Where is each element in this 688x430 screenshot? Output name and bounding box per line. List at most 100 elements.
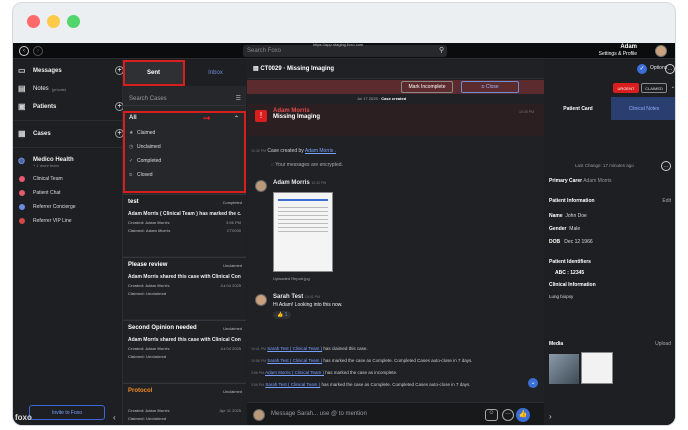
message-time: 10:32 PM (311, 181, 327, 185)
sender-name[interactable]: Adam Morris (273, 180, 310, 186)
case-id: CT0030 (226, 228, 241, 233)
messages-icon: ▭ (18, 66, 26, 75)
urgent-badge: URGENT (613, 83, 639, 93)
media-thumbnail[interactable] (581, 352, 613, 384)
message-text: Hi Adam! Looking into this now. (273, 302, 343, 308)
sidebar-item-notes[interactable]: ▤ Notes (private) (13, 80, 122, 98)
team-icon (19, 176, 25, 182)
event-user-link[interactable]: Sarah Test ( Clinical Team ) (267, 358, 322, 363)
sender-name[interactable]: Sarah Test (273, 294, 303, 300)
sidebar-label: Cases (33, 131, 51, 137)
top-bar: ‹ › Search Foxo https://app-staging.foxo… (13, 42, 675, 59)
window-titlebar (13, 3, 675, 41)
chat-title: CT0029 · Missing Imaging (260, 66, 335, 72)
forward-icon[interactable]: › (33, 46, 43, 56)
case-status: Completed (222, 200, 242, 205)
event-row: 3:56 PM Sarah Test ( Clinical Team ) has… (251, 382, 471, 387)
case-card[interactable]: Please review Unclaimed Adam Morris shar… (123, 257, 246, 319)
cases-icon: ▦ (18, 129, 26, 138)
back-icon[interactable]: ‹ (19, 46, 29, 56)
date-label: Jul 17 2025 (357, 96, 378, 101)
upload-button[interactable]: Upload (655, 341, 671, 347)
team-item[interactable]: Clinical Team (13, 172, 122, 186)
case-preview: Adam Morris ( Clinical Team ) has marked… (128, 211, 241, 217)
team-item[interactable]: Referrer Concierge (13, 200, 122, 214)
invite-button[interactable]: Invite to Foxo (29, 405, 105, 420)
case-card[interactable]: Second Opinion needed Unclaimed Adam Mor… (123, 320, 246, 382)
chat-panel: ▤ CT0029 · Missing Imaging Mark Incomple… (247, 60, 544, 425)
tab-patient-card[interactable]: Patient Card (545, 97, 611, 120)
message-text: Missing Imaging (273, 114, 321, 120)
encryption-notice: ◌ Your messages are encrypted. (271, 162, 343, 168)
media-thumbnail[interactable] (549, 354, 579, 384)
close-window-button[interactable] (27, 15, 40, 28)
org-selector[interactable]: ◍ Medico Health + 1 more team (13, 152, 122, 172)
search-icon[interactable]: ⚲ (439, 46, 444, 54)
event-user-link[interactable]: Adam Morris . (305, 148, 336, 154)
tab-inbox[interactable]: Inbox (185, 60, 246, 86)
patients-icon: ▣ (18, 102, 26, 111)
case-created: Created: Adam Morris (128, 283, 170, 288)
file-name[interactable]: Uploaded Report.jpg (273, 276, 310, 281)
team-label: Referrer Concierge (33, 204, 76, 210)
edit-button[interactable]: Edit (662, 198, 671, 204)
sidebar-item-patients[interactable]: ▣ Patients + (13, 98, 124, 116)
chevron-right-icon[interactable]: › (549, 412, 552, 421)
compose-bar: Message Sarah... use @ to mention ☺ … 👍 (247, 402, 544, 425)
sidebar-item-cases[interactable]: ▦ Cases + (13, 125, 124, 143)
event-text: Case created by (267, 148, 304, 154)
patient-more-icon[interactable]: … (661, 161, 671, 171)
gender-label: Gender (549, 226, 567, 232)
collapse-sidebar-icon[interactable]: ‹ (113, 413, 116, 422)
avatar[interactable] (255, 180, 267, 192)
carer-value[interactable]: Adam Morris (583, 178, 611, 184)
avatar[interactable] (255, 294, 267, 306)
event-text: has marked the case as Complete. Complet… (323, 358, 473, 363)
tab-clinical-notes[interactable]: Clinical Notes (611, 97, 675, 120)
more-options-icon[interactable]: … (665, 64, 675, 74)
claimed-badge: CLAIMED (641, 83, 667, 93)
app-window: ‹ › Search Foxo https://app-staging.foxo… (12, 2, 676, 426)
team-item[interactable]: Patient Chat (13, 186, 122, 200)
minimize-window-button[interactable] (47, 15, 60, 28)
options-icon[interactable]: ✓ (637, 64, 647, 74)
chevron-down-icon[interactable]: ⌄ (671, 84, 675, 90)
reaction-chip[interactable]: 👍 1 (273, 311, 292, 319)
event-user-link[interactable]: Sarah Test ( Clinical Team ) (265, 382, 320, 387)
maximize-window-button[interactable] (67, 15, 80, 28)
patient-info-label: Patient Information (549, 198, 595, 204)
message-time: 10:41 PM (304, 295, 320, 299)
sidebar-item-messages[interactable]: ▭ Messages + (13, 62, 124, 80)
message-input[interactable]: Message Sarah... use @ to mention (271, 411, 367, 417)
case-search-placeholder: Search Cases (129, 96, 167, 102)
user-avatar[interactable] (655, 45, 667, 57)
case-card[interactable]: test Completed Adam Morris ( Clinical Te… (123, 194, 246, 256)
case-claimed: Claimed: Adam Morris (128, 228, 171, 233)
date-separator: Jul 17 2025 · Case created (357, 96, 407, 101)
case-time: Jul 04 2025 (220, 346, 241, 351)
team-icon (19, 218, 25, 224)
org-sub: + 1 more team (33, 162, 59, 168)
patient-panel: ✓ Options … URGENT CLAIMED ⌄ Patient Car… (545, 60, 675, 425)
case-time: 3:56 PM (226, 220, 241, 225)
team-label: Clinical Team (33, 176, 63, 182)
thumbs-up-send-icon[interactable]: 👍 (516, 408, 530, 422)
more-icon[interactable]: … (502, 409, 514, 421)
case-created: Created: Adam Morris (128, 346, 170, 351)
filter-icon[interactable]: ☰ (236, 92, 241, 106)
case-search-input[interactable]: Search Cases ☰ (123, 92, 245, 106)
mark-incomplete-button[interactable]: Mark Incomplete (401, 81, 453, 93)
case-card[interactable]: Protocol Unclaimed Created: Adam Morris A… (123, 383, 246, 425)
name-label: Name (549, 213, 563, 219)
scroll-down-icon[interactable]: ⌄ (528, 378, 538, 388)
event-user-link[interactable]: Sarah Test ( Clinical Team ) (267, 346, 322, 351)
team-item[interactable]: Referrer VIP Line (13, 214, 122, 228)
user-menu[interactable]: Adam Settings & Profile (599, 44, 637, 58)
event-time: 3:56 PM (251, 371, 265, 375)
case-preview: Adam Morris shared this case with Clinic… (128, 274, 241, 280)
event-user-link[interactable]: Adam Morris ( Clinical Team ) (265, 370, 324, 375)
emoji-icon[interactable]: ☺ (485, 409, 498, 421)
report-thumbnail[interactable] (273, 192, 333, 272)
case-status: Unclaimed (223, 326, 242, 331)
close-case-button[interactable]: ⦸ Close (461, 81, 519, 93)
